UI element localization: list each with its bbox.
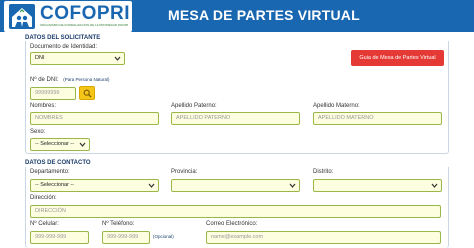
direccion-input[interactable]: DIRECCIÓN: [30, 205, 441, 218]
email-label: Correo Electrónico:: [206, 221, 258, 227]
logo-text: COFOPRI: [40, 3, 131, 24]
dni-label-text: Nº de DNI:: [30, 77, 59, 83]
page-title: MESA DE PARTES VIRTUAL: [168, 7, 360, 23]
section-title-contacto: DATOS DE CONTACTO: [25, 160, 91, 166]
documento-select-value: DNI: [35, 55, 45, 61]
search-button[interactable]: [79, 86, 95, 100]
direccion-label: Dirección:: [30, 195, 57, 201]
email-input[interactable]: name@example.com: [206, 231, 441, 244]
telefono-input[interactable]: 999-999-999: [102, 231, 150, 244]
celular-label: Nº Celular:: [30, 221, 59, 227]
nombres-input[interactable]: NOMBRES: [30, 112, 159, 125]
distrito-select[interactable]: [313, 179, 442, 192]
search-icon: [83, 89, 92, 98]
apellido-materno-label: Apellido Materno:: [313, 103, 360, 109]
page-header: COFOPRI ORGANISMO DE FORMALIZACIÓN DE LA…: [0, 0, 474, 32]
dni-label: Nº de DNI: (Para Persona Natural): [30, 77, 110, 83]
logo[interactable]: COFOPRI ORGANISMO DE FORMALIZACIÓN DE LA…: [4, 1, 132, 32]
sexo-select[interactable]: -- Seleccionar --: [30, 138, 90, 151]
chevron-down-icon: [148, 183, 155, 188]
apellido-paterno-input[interactable]: APELLIDO PATERNO: [171, 112, 300, 125]
cofopri-emblem-icon: [9, 4, 35, 29]
apellido-paterno-label: Apellido Paterno:: [171, 103, 217, 109]
documento-label: Documento de Identidad:: [30, 44, 98, 50]
distrito-label: Distrito:: [313, 169, 334, 175]
logo-subtitle: ORGANISMO DE FORMALIZACIÓN DE LA PROPIED…: [40, 24, 128, 27]
chevron-down-icon: [431, 183, 438, 188]
provincia-label: Provincia:: [171, 169, 198, 175]
guia-button[interactable]: Guia de Mesa de Partes Virtual: [351, 50, 444, 66]
provincia-select[interactable]: [171, 179, 300, 192]
departamento-label: Departamento:: [30, 169, 70, 175]
departamento-select-value: -- Seleccionar --: [35, 182, 75, 188]
telefono-note: (Opcional): [153, 234, 174, 239]
sexo-select-value: -- Seleccionar --: [35, 141, 75, 147]
dni-note: (Para Persona Natural): [63, 77, 110, 82]
chevron-down-icon: [289, 183, 296, 188]
telefono-label: Nº Teléfono:: [102, 221, 135, 227]
dni-input[interactable]: 99999999: [30, 87, 76, 100]
sexo-label: Sexo:: [30, 129, 46, 135]
apellido-materno-input[interactable]: APELLIDO MATERNO: [313, 112, 442, 125]
documento-select[interactable]: DNI: [30, 52, 125, 65]
chevron-down-icon: [79, 142, 86, 147]
nombres-label: Nombres:: [30, 103, 57, 109]
celular-input[interactable]: 999-999-999: [30, 231, 89, 244]
chevron-down-icon: [114, 56, 121, 61]
departamento-select[interactable]: -- Seleccionar --: [30, 179, 159, 192]
